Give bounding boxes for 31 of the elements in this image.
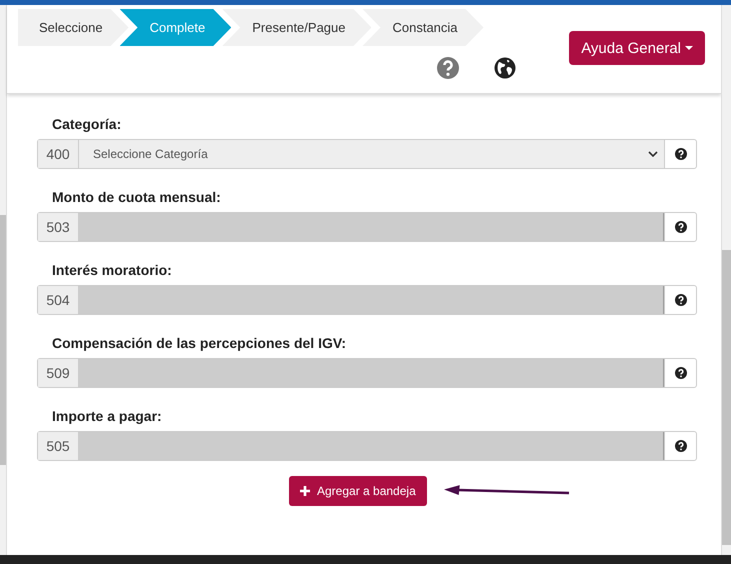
field-code: 505 [38, 432, 79, 460]
wizard-step[interactable]: Seleccione [18, 9, 129, 46]
globe-icon[interactable] [493, 56, 517, 80]
field-label: Interés moratorio: [51, 262, 173, 278]
field-code: 400 [38, 140, 79, 168]
field-code: 509 [38, 359, 79, 387]
help-icon[interactable] [674, 440, 686, 452]
wizard-step[interactable]: Constancia [362, 9, 484, 46]
field-label: Compensación de las percepciones del IGV: [51, 335, 348, 351]
add-to-tray-button[interactable]: Agregar a bandeja [289, 476, 427, 506]
help-icon[interactable] [674, 294, 686, 306]
field-code: 504 [38, 286, 79, 314]
help-icon[interactable] [674, 148, 686, 160]
field-label: Importe a pagar: [51, 408, 163, 424]
help-menu-button[interactable]: Ayuda General [569, 31, 705, 65]
field-code: 503 [38, 213, 79, 241]
plus-icon [300, 486, 310, 496]
field-label: Monto de cuota mensual: [51, 189, 222, 205]
help-icon[interactable] [674, 367, 686, 379]
input-field[interactable] [79, 286, 664, 314]
caret-icon [685, 46, 693, 50]
chevron-icon [648, 151, 658, 157]
help-icon[interactable] [674, 221, 686, 233]
scrollbar-thumb[interactable] [0, 215, 6, 465]
input-field[interactable] [79, 213, 664, 241]
category-dropdown[interactable]: Seleccione Categoría [79, 140, 664, 168]
field-label: Categoría: [51, 116, 122, 132]
scrollbar-thumb[interactable] [722, 250, 731, 545]
input-field[interactable] [79, 359, 664, 387]
input-field[interactable] [79, 432, 664, 460]
wizard-step[interactable]: Presente/Pague [222, 9, 372, 46]
